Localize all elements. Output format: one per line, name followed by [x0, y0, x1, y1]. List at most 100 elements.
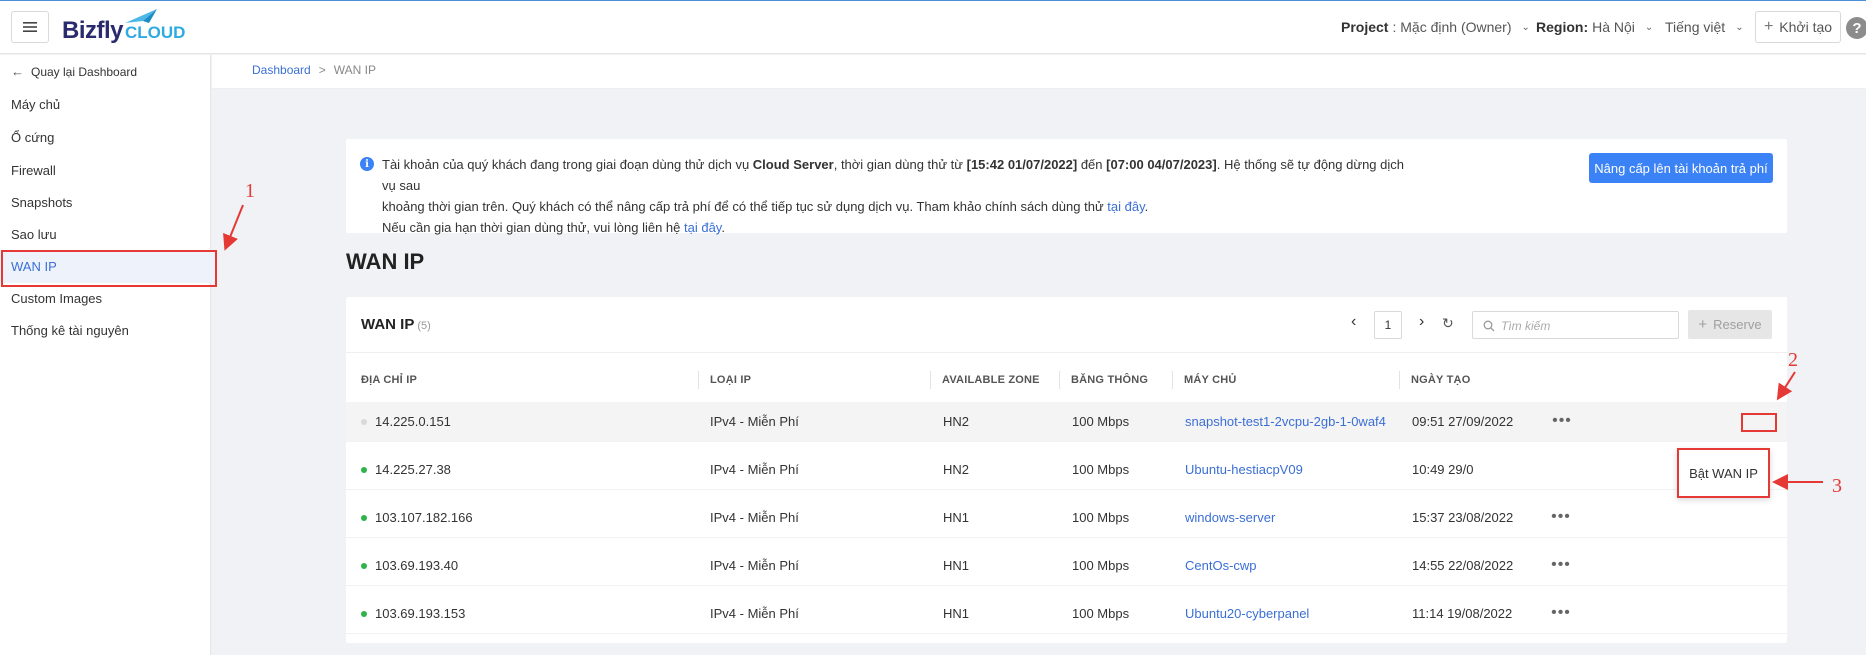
- project-selector[interactable]: Project : Mặc định (Owner) ⌄: [1341, 19, 1530, 35]
- ip-type: IPv4 - Miễn Phí: [710, 558, 799, 573]
- breadcrumb-bar: Dashboard > WAN IP: [212, 55, 1866, 89]
- server-link[interactable]: snapshot-test1-2vcpu-2gb-1-0waf4: [1185, 414, 1386, 429]
- created-at: 10:49 29/0: [1412, 462, 1474, 477]
- region-selector[interactable]: Region: Hà Nội ⌄: [1536, 19, 1653, 35]
- more-actions-icon[interactable]: •••: [1548, 556, 1574, 574]
- upgrade-account-button[interactable]: Nâng cấp lên tài khoản trả phí: [1589, 153, 1773, 183]
- ip-address: 14.225.27.38: [375, 462, 451, 477]
- server-link[interactable]: Ubuntu20-cyberpanel: [1185, 606, 1309, 621]
- sidebar-item-snapshots[interactable]: Snapshots: [0, 186, 216, 219]
- breadcrumb: Dashboard > WAN IP: [252, 63, 376, 77]
- back-to-dashboard-link[interactable]: ← Quay lại Dashboard: [11, 64, 137, 79]
- zone: HN1: [943, 510, 970, 525]
- region-value: Hà Nội: [1592, 19, 1635, 35]
- column-header: BĂNG THÔNG: [1071, 374, 1149, 386]
- help-icon[interactable]: ?: [1846, 17, 1866, 39]
- table-row: 103.69.193.40 IPv4 - Miễn Phí HN1 100 Mb…: [346, 546, 1787, 586]
- column-header: ĐỊA CHỈ IP: [361, 374, 417, 386]
- column-header: LOẠI IP: [710, 374, 752, 386]
- create-button[interactable]: + Khởi tạo: [1755, 11, 1841, 43]
- created-at: 15:37 23/08/2022: [1412, 510, 1514, 525]
- created-at: 11:14 19/08/2022: [1412, 606, 1513, 621]
- sidebar-item-backup[interactable]: Sao lưu: [0, 218, 216, 251]
- contact-link[interactable]: tại đây: [684, 220, 721, 235]
- annotation-number-1: 1: [245, 180, 255, 202]
- server-link[interactable]: Ubuntu-hestiacpV09: [1185, 462, 1303, 477]
- top-header: Bizfly CLOUD Project : Mặc định (Owner) …: [0, 0, 1866, 54]
- arrow-left-icon: ←: [11, 64, 24, 79]
- item-count: (5): [417, 320, 431, 332]
- breadcrumb-current: WAN IP: [333, 63, 376, 77]
- table-row: 103.107.182.166 IPv4 - Miễn Phí HN1 100 …: [346, 498, 1787, 538]
- ip-type: IPv4 - Miễn Phí: [710, 414, 799, 429]
- paper-plane-icon: [125, 9, 158, 23]
- annotation-number-2: 2: [1788, 349, 1798, 371]
- server-link[interactable]: windows-server: [1185, 510, 1275, 525]
- ip-address: 103.107.182.166: [375, 510, 473, 525]
- column-header: AVAILABLE ZONE: [942, 374, 1040, 386]
- sidebar-item-servers[interactable]: Máy chủ: [0, 88, 216, 121]
- search-icon: [1483, 320, 1495, 332]
- bandwidth: 100 Mbps: [1072, 510, 1130, 525]
- page-title: WAN IP: [346, 249, 425, 274]
- prev-page-icon[interactable]: ‹: [1351, 313, 1356, 331]
- table-header: ĐỊA CHỈ IP LOẠI IP AVAILABLE ZONE BĂNG T…: [346, 353, 1787, 402]
- table-row: 103.69.193.153 IPv4 - Miễn Phí HN1 100 M…: [346, 594, 1787, 634]
- language-selector[interactable]: Tiếng việt ⌄: [1665, 19, 1744, 35]
- next-page-icon[interactable]: ›: [1419, 313, 1424, 331]
- search-box: [1472, 311, 1679, 339]
- status-dot: [361, 467, 367, 473]
- column-divider: [1172, 371, 1173, 389]
- bandwidth: 100 Mbps: [1072, 414, 1130, 429]
- bandwidth: 100 Mbps: [1072, 462, 1130, 477]
- plus-icon: +: [1698, 316, 1708, 333]
- reserve-button[interactable]: + Reserve: [1688, 310, 1772, 339]
- status-dot: [361, 563, 367, 569]
- logo-brand-sub: CLOUD: [125, 9, 185, 43]
- ip-type: IPv4 - Miễn Phí: [710, 462, 799, 477]
- panel-header: WAN IP(5) ‹ 1 › ↻ + Reserve: [346, 297, 1787, 353]
- ip-type: IPv4 - Miễn Phí: [710, 510, 799, 525]
- refresh-icon[interactable]: ↻: [1442, 315, 1454, 332]
- server-link[interactable]: CentOs-cwp: [1185, 558, 1257, 573]
- enable-wan-ip-menu-item[interactable]: Bật WAN IP: [1677, 448, 1770, 498]
- sidebar-item-firewall[interactable]: Firewall: [0, 154, 216, 187]
- search-input[interactable]: [1501, 316, 1671, 336]
- menu-toggle-button[interactable]: [11, 11, 49, 43]
- status-dot: [361, 611, 367, 617]
- ip-type: IPv4 - Miễn Phí: [710, 606, 799, 621]
- column-header: NGÀY TẠO: [1411, 374, 1471, 386]
- column-divider: [1399, 371, 1400, 389]
- column-divider: [698, 371, 699, 389]
- column-header: MÁY CHỦ: [1184, 374, 1237, 386]
- column-divider: [930, 371, 931, 389]
- page-number[interactable]: 1: [1374, 311, 1402, 339]
- chevron-down-icon: ⌄: [1644, 21, 1654, 33]
- chevron-down-icon: ⌄: [1521, 21, 1530, 33]
- chevron-down-icon: ⌄: [1735, 21, 1744, 33]
- bandwidth: 100 Mbps: [1072, 606, 1130, 621]
- trial-notice-text: Tài khoản của quý khách đang trong giai …: [382, 157, 1404, 235]
- table-row: 14.225.27.38 IPv4 - Miễn Phí HN2 100 Mbp…: [346, 450, 1787, 490]
- annotation-arrow-1: [223, 204, 244, 251]
- sidebar: ← Quay lại Dashboard Máy chủ Ổ cứng Fire…: [0, 55, 216, 655]
- annotation-number-3: 3: [1832, 475, 1842, 497]
- panel-title: WAN IP (5): [361, 316, 431, 333]
- trial-notice: i Tài khoản của quý khách đang trong gia…: [346, 139, 1787, 235]
- plus-icon: +: [1763, 18, 1774, 35]
- bizfly-logo[interactable]: Bizfly CLOUD: [62, 9, 185, 45]
- sidebar-item-disks[interactable]: Ổ cứng: [0, 121, 216, 154]
- ip-address: 103.69.193.153: [375, 606, 466, 621]
- more-actions-icon[interactable]: •••: [1549, 412, 1575, 430]
- table-row: 14.225.0.151 IPv4 - Miễn Phí HN2 100 Mbp…: [346, 402, 1787, 442]
- more-actions-icon[interactable]: •••: [1548, 604, 1574, 622]
- column-divider: [1059, 371, 1060, 389]
- sidebar-item-resource-stats[interactable]: Thống kê tài nguyên: [0, 314, 216, 347]
- ip-address: 14.225.0.151: [375, 414, 451, 429]
- breadcrumb-dashboard-link[interactable]: Dashboard: [252, 63, 311, 77]
- project-label: Project: [1341, 19, 1389, 35]
- zone: HN2: [943, 462, 970, 477]
- status-dot: [361, 419, 367, 425]
- trial-policy-link[interactable]: tại đây: [1107, 199, 1144, 214]
- more-actions-icon[interactable]: •••: [1548, 508, 1574, 526]
